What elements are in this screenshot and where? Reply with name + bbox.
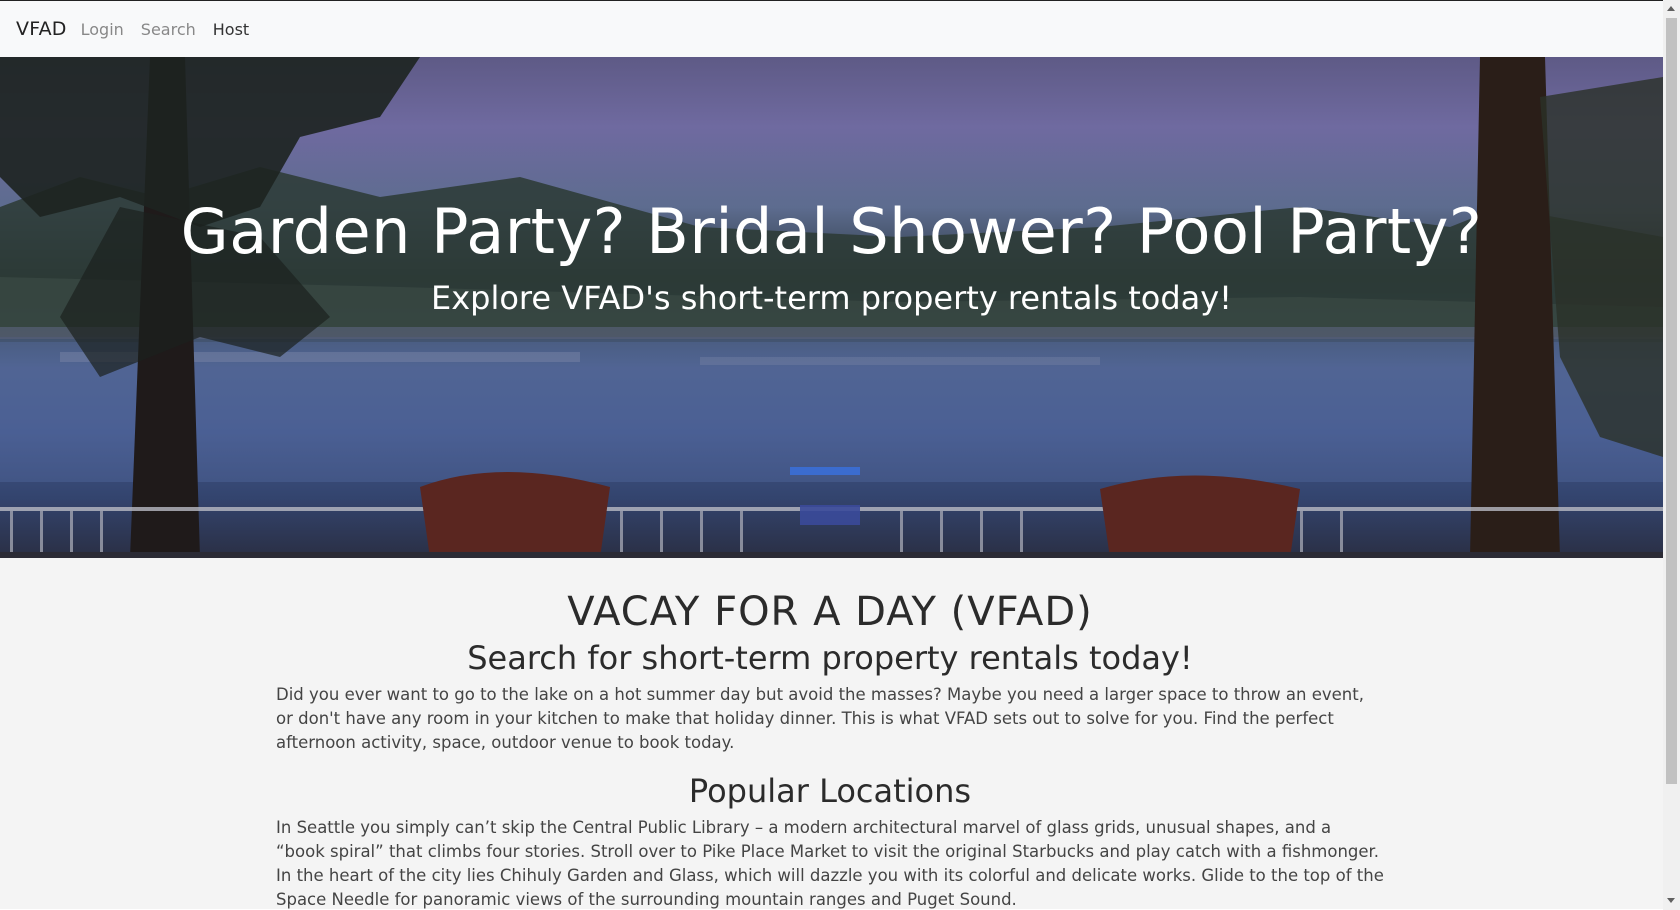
navbar: VFAD Login Search Host [0,1,1663,57]
popular-locations-heading: Popular Locations [688,771,972,810]
nav-link-search[interactable]: Search [141,20,196,39]
hero-title: Garden Party? Bridal Shower? Pool Party? [180,195,1483,268]
vertical-scrollbar[interactable] [1663,0,1680,910]
popular-locations-paragraph: In Seattle you simply can’t skip the Cen… [276,817,1384,909]
page-subtitle: Search for short-term property rentals t… [467,639,1193,677]
hero-subtitle: Explore VFAD's short-term property renta… [430,279,1232,317]
hero-banner: Garden Party? Bridal Shower? Pool Party?… [0,57,1663,558]
nav-links: Login Search Host [81,20,267,39]
nav-link-host[interactable]: Host [213,20,249,39]
brand-logo[interactable]: VFAD [16,18,67,40]
page-title: VACAY FOR A DAY (VFAD) [567,589,1093,635]
main-content: VACAY FOR A DAY (VFAD) Search for short-… [276,558,1384,909]
scrollbar-thumb[interactable] [1666,18,1677,784]
intro-paragraph: Did you ever want to go to the lake on a… [276,685,1364,752]
nav-link-login[interactable]: Login [81,20,124,39]
scroll-up-arrow-icon[interactable] [1667,6,1675,11]
page-viewport: VFAD Login Search Host Garden Party? Bri… [0,0,1663,909]
scroll-down-arrow-icon[interactable] [1667,898,1675,903]
